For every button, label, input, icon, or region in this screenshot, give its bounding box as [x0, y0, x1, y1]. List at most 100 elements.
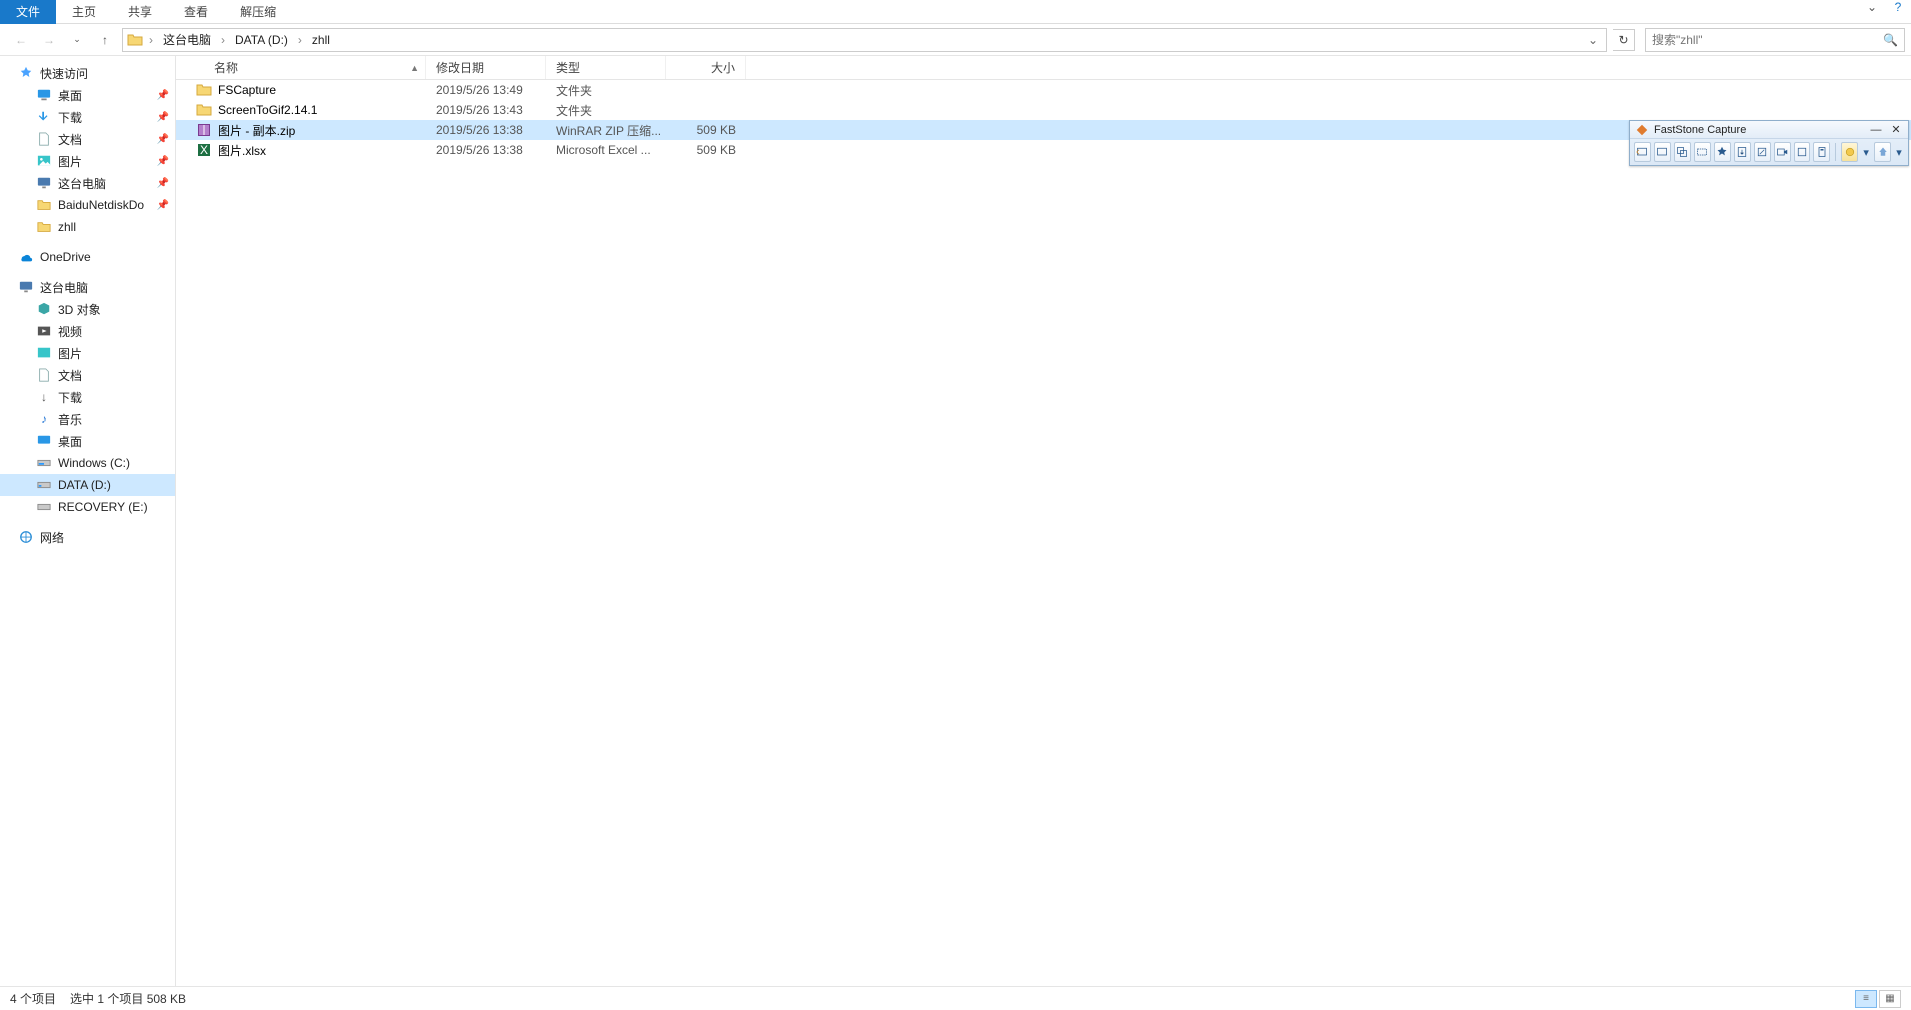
- search-box[interactable]: 🔍: [1645, 28, 1905, 52]
- forward-button[interactable]: →: [38, 29, 60, 51]
- sidebar-thispc[interactable]: 这台电脑: [0, 276, 175, 298]
- back-button[interactable]: ←: [10, 29, 32, 51]
- file-rows: FSCapture 2019/5/26 13:49 文件夹 ScreenToGi…: [176, 80, 1911, 1002]
- file-row[interactable]: ScreenToGif2.14.1 2019/5/26 13:43 文件夹: [176, 100, 1911, 120]
- destination-button[interactable]: [1874, 142, 1891, 162]
- picture-icon: [36, 345, 52, 361]
- pin-icon: 📌: [157, 156, 169, 167]
- recent-dropdown-icon[interactable]: ⌄: [66, 29, 88, 51]
- sidebar-item-zhll[interactable]: zhll: [0, 216, 175, 238]
- sidebar-item-3d[interactable]: 3D 对象: [0, 298, 175, 320]
- screen-recorder-button[interactable]: [1774, 142, 1791, 162]
- sidebar-item-drive-c[interactable]: Windows (C:): [0, 452, 175, 474]
- breadcrumb-folder[interactable]: zhll: [308, 32, 334, 48]
- ribbon-tab-file[interactable]: 文件: [0, 0, 56, 24]
- sidebar-item-pictures[interactable]: 图片📌: [0, 150, 175, 172]
- capture-fullscreen-button[interactable]: [1714, 142, 1731, 162]
- sidebar-item-drive-d[interactable]: DATA (D:): [0, 474, 175, 496]
- delay-button[interactable]: [1794, 142, 1811, 162]
- ribbon-tab-extract[interactable]: 解压缩: [224, 0, 292, 24]
- sidebar-network[interactable]: 网络: [0, 526, 175, 548]
- sidebar-item-desktop[interactable]: 桌面 📌: [0, 84, 175, 106]
- sidebar-item-drive-e[interactable]: RECOVERY (E:): [0, 496, 175, 518]
- sidebar-label: 桌面: [58, 87, 82, 104]
- column-type[interactable]: 类型: [546, 56, 666, 79]
- address-bar-row: ← → ⌄ ↑ › 这台电脑 › DATA (D:) › zhll ⌄ ↻ 🔍: [0, 24, 1911, 56]
- view-large-button[interactable]: ▦: [1879, 990, 1901, 1008]
- sidebar-label: RECOVERY (E:): [58, 500, 148, 514]
- file-type: 文件夹: [546, 82, 666, 99]
- search-input[interactable]: [1652, 33, 1883, 47]
- capture-active-window-button[interactable]: [1634, 142, 1651, 162]
- view-details-button[interactable]: ≡: [1855, 990, 1877, 1008]
- minimize-button[interactable]: —: [1868, 123, 1884, 137]
- chevron-right-icon[interactable]: ›: [147, 33, 155, 47]
- network-icon: [18, 529, 34, 545]
- breadcrumb-thispc[interactable]: 这台电脑: [159, 30, 215, 49]
- capture-rect-button[interactable]: [1674, 142, 1691, 162]
- faststone-window[interactable]: FastStone Capture — ✕ ▾ ▾: [1629, 120, 1909, 166]
- output-button[interactable]: [1813, 142, 1830, 162]
- sidebar-item-downloads[interactable]: 下载📌: [0, 106, 175, 128]
- file-row[interactable]: FSCapture 2019/5/26 13:49 文件夹: [176, 80, 1911, 100]
- svg-text:X: X: [200, 143, 208, 157]
- pc-icon: [18, 279, 34, 295]
- close-button[interactable]: ✕: [1888, 123, 1904, 137]
- column-label: 修改日期: [436, 59, 484, 76]
- faststone-titlebar[interactable]: FastStone Capture — ✕: [1630, 121, 1908, 139]
- capture-scroll-button[interactable]: [1734, 142, 1751, 162]
- settings-dropdown-icon[interactable]: ▾: [1861, 142, 1871, 162]
- toolbar-separator: [1835, 143, 1836, 161]
- sidebar-item-desktop2[interactable]: 桌面: [0, 430, 175, 452]
- sidebar-item-documents2[interactable]: 文档: [0, 364, 175, 386]
- sidebar-label: 下载: [58, 109, 82, 126]
- help-icon[interactable]: ?: [1885, 0, 1911, 14]
- search-icon[interactable]: 🔍: [1883, 33, 1898, 47]
- sidebar-label: 文档: [58, 131, 82, 148]
- sidebar-label: 视频: [58, 323, 82, 340]
- sidebar-label: 音乐: [58, 411, 82, 428]
- sidebar-item-downloads2[interactable]: ↓ 下载: [0, 386, 175, 408]
- column-name[interactable]: 名称▲: [176, 56, 426, 79]
- sidebar-item-videos[interactable]: 视频: [0, 320, 175, 342]
- refresh-button[interactable]: ↻: [1613, 29, 1635, 51]
- sidebar-item-documents[interactable]: 文档📌: [0, 128, 175, 150]
- column-label: 大小: [711, 59, 735, 76]
- file-name: 图片.xlsx: [218, 142, 266, 159]
- chevron-right-icon[interactable]: ›: [219, 33, 227, 47]
- onedrive-icon: [18, 249, 34, 265]
- up-button[interactable]: ↑: [94, 29, 116, 51]
- capture-window-button[interactable]: [1654, 142, 1671, 162]
- pin-icon: 📌: [157, 90, 169, 101]
- sidebar-item-music[interactable]: ♪音乐: [0, 408, 175, 430]
- sidebar-label: 快速访问: [40, 65, 88, 82]
- ribbon-tabs: 文件 主页 共享 查看 解压缩 ⌄ ?: [0, 0, 1911, 24]
- sidebar-label: 桌面: [58, 433, 82, 450]
- download-icon: ↓: [36, 389, 52, 405]
- settings-button[interactable]: [1841, 142, 1858, 162]
- file-name: FSCapture: [218, 83, 276, 97]
- ribbon-tab-share[interactable]: 共享: [112, 0, 168, 24]
- navigation-pane: 快速访问 桌面📌 下载📌 文档📌 图片📌 这台电脑📌 BaiduNetdiskD…: [0, 56, 176, 1002]
- address-dropdown-icon[interactable]: ⌄: [1584, 33, 1602, 47]
- sidebar-label: 下载: [58, 389, 82, 406]
- ribbon-tab-home[interactable]: 主页: [56, 0, 112, 24]
- column-size[interactable]: 大小: [666, 56, 746, 79]
- sidebar-item-baidu[interactable]: BaiduNetdiskDo📌: [0, 194, 175, 216]
- sidebar-label: 这台电脑: [40, 279, 88, 296]
- sidebar-item-thispc-quick[interactable]: 这台电脑📌: [0, 172, 175, 194]
- ribbon-expand-icon[interactable]: ⌄: [1859, 0, 1885, 14]
- cube-icon: [36, 301, 52, 317]
- sidebar-onedrive[interactable]: OneDrive: [0, 246, 175, 268]
- capture-fixed-button[interactable]: [1754, 142, 1771, 162]
- destination-dropdown-icon[interactable]: ▾: [1894, 142, 1904, 162]
- sidebar-item-pictures2[interactable]: 图片: [0, 342, 175, 364]
- ribbon-tab-view[interactable]: 查看: [168, 0, 224, 24]
- breadcrumb-drive[interactable]: DATA (D:): [231, 32, 292, 48]
- address-bar[interactable]: › 这台电脑 › DATA (D:) › zhll ⌄: [122, 28, 1607, 52]
- column-date[interactable]: 修改日期: [426, 56, 546, 79]
- faststone-title: FastStone Capture: [1654, 124, 1864, 136]
- chevron-right-icon[interactable]: ›: [296, 33, 304, 47]
- capture-freehand-button[interactable]: [1694, 142, 1711, 162]
- sidebar-quick-access[interactable]: 快速访问: [0, 62, 175, 84]
